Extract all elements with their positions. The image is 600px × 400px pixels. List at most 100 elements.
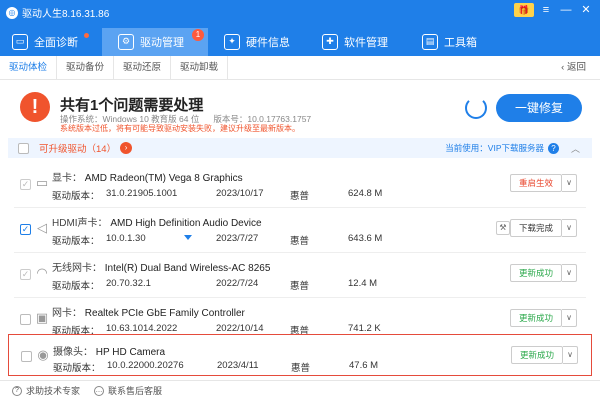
chevron-up-icon[interactable]: ︿ (571, 142, 580, 155)
wrench-icon[interactable]: ⚒ (496, 221, 510, 235)
device-name: 摄像头： HP HD Camera (53, 347, 166, 358)
action-button[interactable]: 重启生效 (510, 174, 562, 192)
version-label: 驱动版本： (53, 363, 101, 374)
scan-summary: ! 共有1个问题需要处理 操作系统：Windows 10 教育版 64 位 版本… (0, 80, 600, 136)
chevron-down-icon[interactable]: ∨ (562, 264, 577, 282)
row-checkbox[interactable]: ✓ (20, 179, 31, 190)
footer-label: 联系售后客服 (108, 386, 163, 396)
network-icon: ▣ (35, 310, 49, 325)
chevron-down-icon[interactable]: ∨ (562, 309, 577, 327)
tab-label: 软件管理 (344, 37, 388, 49)
select-all-checkbox[interactable] (18, 142, 29, 154)
driver-date: 2023/10/17 (216, 188, 264, 199)
driver-size: 47.6 M (349, 360, 379, 371)
action-button[interactable]: 更新成功 (510, 264, 562, 282)
row-checkbox[interactable]: ✓ (20, 269, 31, 280)
driver-vendor: 惠普 (290, 191, 310, 202)
help-icon[interactable]: ? (547, 142, 559, 154)
driver-date: 2023/4/11 (217, 360, 259, 371)
row-checkbox[interactable] (21, 351, 32, 362)
minimize-button[interactable]: — (558, 3, 574, 17)
apps-icon: ✚ (322, 34, 338, 50)
version-label: 驱动版本： (52, 236, 100, 247)
version-dropdown-icon[interactable] (184, 235, 192, 240)
driver-vendor: 惠普 (290, 236, 310, 247)
customer-service-link[interactable]: … 联系售后客服 (94, 384, 162, 397)
device-name: 显卡： AMD Radeon(TM) Vega 8 Graphics (52, 173, 243, 184)
action-button[interactable]: 更新成功 (511, 346, 563, 364)
gift-icon[interactable]: 🎁 (514, 3, 534, 17)
version-label: 驱动版本： (52, 191, 100, 202)
driver-version: 20.70.32.1 (106, 278, 151, 289)
footer-label: 求助技术专家 (26, 386, 81, 396)
action-button[interactable]: 下载完成 (510, 219, 562, 237)
driver-version: 31.0.21905.1001 (106, 188, 178, 199)
main-nav: ▭ 全面诊断 ⚙ 驱动管理 1 ✦ 硬件信息 ✚ 软件管理 ▤ 工具箱 (0, 28, 600, 56)
driver-version: 10.0.22000.20276 (107, 360, 184, 371)
app-title: ◎ 驱动人生8.16.31.86 (6, 5, 109, 20)
back-label: 返回 (566, 62, 586, 73)
gear-icon: ⚙ (118, 34, 134, 50)
headset-icon: ? (12, 385, 22, 396)
subtab-driver-restore[interactable]: 驱动还原 (114, 55, 172, 80)
tab-label: 全面诊断 (34, 37, 78, 49)
app-logo-icon: ◎ (6, 6, 18, 19)
driver-row-camera: ◉ 摄像头： HP HD Camera 驱动版本： 10.0.22000.202… (8, 334, 592, 376)
subtab-driver-backup[interactable]: 驱动备份 (57, 55, 115, 80)
chip-icon: ✦ (224, 34, 240, 50)
action-button[interactable]: 更新成功 (510, 309, 562, 327)
subtab-driver-uninstall[interactable]: 驱动卸载 (171, 55, 229, 80)
expert-help-link[interactable]: ? 求助技术专家 (12, 384, 80, 397)
device-name: 网卡： Realtek PCIe GbE Family Controller (52, 308, 245, 319)
tab-driver-management[interactable]: ⚙ 驱动管理 1 (102, 28, 208, 56)
driver-date: 2022/10/14 (216, 323, 264, 334)
footer: ? 求助技术专家 … 联系售后客服 (0, 380, 600, 400)
row-checkbox[interactable]: ✓ (20, 224, 31, 235)
speaker-icon: ◁ (37, 220, 47, 235)
current-server[interactable]: 当前使用：VIP下载服务器 (445, 142, 544, 154)
tab-toolbox[interactable]: ▤ 工具箱 (406, 28, 502, 56)
tab-full-diagnosis[interactable]: ▭ 全面诊断 (0, 28, 102, 56)
collapse-toggle-icon[interactable]: › (120, 142, 133, 154)
driver-version: 10.63.1014.2022 (106, 323, 178, 334)
notification-dot (84, 33, 89, 38)
sub-tabs: 驱动体检 驱动备份 驱动还原 驱动卸载 ‹ 返回 (0, 55, 600, 80)
driver-vendor: 惠普 (291, 363, 311, 374)
refresh-icon[interactable] (465, 97, 487, 119)
count-badge: 1 (192, 29, 204, 41)
tab-label: 工具箱 (444, 37, 477, 49)
gpu-icon: ▭ (35, 175, 49, 190)
one-click-fix-button[interactable]: 一键修复 (496, 94, 582, 122)
row-checkbox[interactable] (20, 314, 31, 325)
back-button[interactable]: ‹ 返回 (561, 56, 586, 80)
list-header: 可升级驱动（14） › 当前使用：VIP下载服务器 ? ︿ (8, 138, 592, 158)
tab-software-management[interactable]: ✚ 软件管理 (306, 28, 406, 56)
device-name: HDMI声卡： AMD High Definition Audio Device (52, 218, 262, 229)
window-title: 驱动人生8.16.31.86 (22, 9, 110, 20)
tab-label: 硬件信息 (246, 37, 290, 49)
driver-row-audio: ✓ ◁ HDMI声卡： AMD High Definition Audio De… (8, 208, 592, 252)
chevron-down-icon[interactable]: ∨ (562, 174, 577, 192)
window-controls: 🎁 ≡ — ✕ (514, 3, 594, 17)
device-name: 无线网卡： Intel(R) Dual Band Wireless-AC 826… (52, 263, 271, 274)
tab-label: 驱动管理 (140, 37, 184, 49)
menu-icon[interactable]: ≡ (538, 3, 554, 17)
driver-size: 624.8 M (348, 188, 383, 199)
title-bar: ◎ 驱动人生8.16.31.86 🎁 ≡ — ✕ ▭ 全面诊断 ⚙ 驱动管理 1… (0, 0, 600, 56)
chat-icon: … (94, 385, 105, 396)
chevron-down-icon[interactable]: ∨ (563, 346, 578, 364)
driver-size: 741.2 K (348, 323, 381, 334)
driver-version: 10.0.1.30 (106, 233, 146, 244)
subtab-driver-check[interactable]: 驱动体检 (0, 55, 58, 80)
wifi-icon: ◠ (36, 265, 48, 280)
driver-size: 643.6 M (348, 233, 383, 244)
tab-hardware-info[interactable]: ✦ 硬件信息 (208, 28, 306, 56)
monitor-icon: ▭ (12, 34, 28, 50)
system-warning: 系统版本过低，将有可能导致驱动安装失败，建议升级至最新版本。 (60, 124, 300, 133)
driver-row-gpu: ✓ ▭ 显卡： AMD Radeon(TM) Vega 8 Graphics 驱… (8, 163, 592, 207)
chevron-down-icon[interactable]: ∨ (562, 219, 577, 237)
driver-date: 2022/7/24 (216, 278, 259, 289)
driver-row-wifi: ✓ ◠ 无线网卡： Intel(R) Dual Band Wireless-AC… (8, 253, 592, 297)
summary-title: 共有1个问题需要处理 (60, 97, 204, 114)
close-button[interactable]: ✕ (578, 3, 594, 17)
